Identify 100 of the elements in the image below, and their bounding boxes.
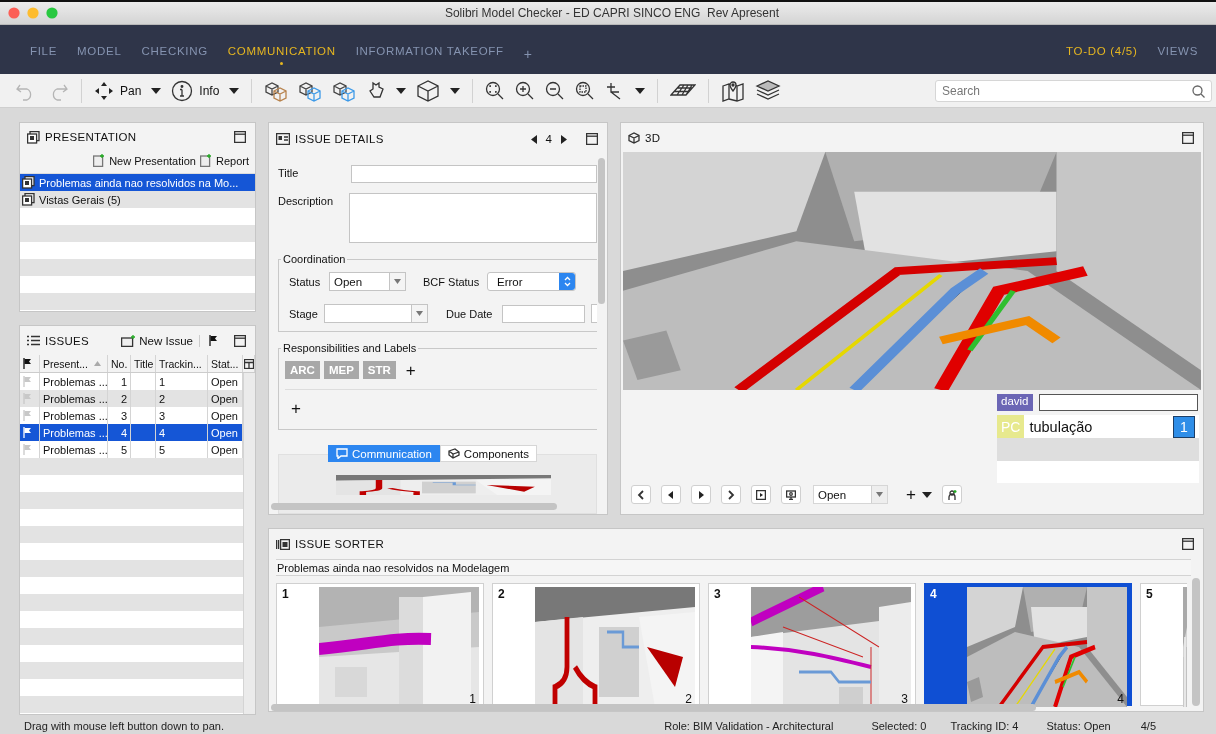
zoom-box-icon[interactable] bbox=[575, 80, 596, 101]
column-header[interactable]: Stat... bbox=[208, 355, 243, 372]
previous-issue-icon[interactable] bbox=[530, 134, 537, 144]
issue-thumbnail[interactable]: 3 3 bbox=[708, 583, 916, 706]
table-row[interactable]: Problemas ... 1 1 Open bbox=[20, 373, 243, 390]
previous-button[interactable] bbox=[661, 485, 681, 504]
presentation-name: Problemas ainda nao resolvidos na Modelagem bbox=[276, 559, 1191, 576]
issue-icon bbox=[276, 133, 290, 145]
pan-label[interactable]: Pan bbox=[120, 83, 142, 98]
caret-icon[interactable] bbox=[921, 492, 932, 498]
table-row[interactable]: Problemas ... 2 2 Open bbox=[20, 390, 243, 407]
presentation-icon bbox=[22, 176, 35, 189]
bcf-status-dropdown[interactable]: Error bbox=[487, 272, 576, 291]
flag-cell[interactable] bbox=[20, 390, 40, 407]
due-date-field[interactable] bbox=[502, 304, 585, 323]
flag-cell[interactable] bbox=[20, 424, 40, 441]
menu-tab[interactable]: INFORMATION TAKEOFF bbox=[345, 40, 514, 67]
issue-thumbnail[interactable]: 1 1 bbox=[276, 583, 484, 706]
menu-tab[interactable]: FILE bbox=[20, 40, 68, 67]
thumbnail-number: 2 bbox=[498, 587, 506, 603]
vertical-scrollbar[interactable] bbox=[1192, 578, 1200, 706]
flag-icon[interactable] bbox=[23, 427, 32, 438]
flag-icon[interactable] bbox=[23, 358, 32, 369]
description-field[interactable] bbox=[349, 193, 598, 243]
vertical-scrollbar[interactable] bbox=[598, 158, 606, 304]
menu-tab[interactable]: MODEL bbox=[67, 40, 132, 67]
issue-thumbnail[interactable]: 5 bbox=[1140, 583, 1187, 706]
caret-icon[interactable] bbox=[229, 87, 240, 94]
column-header[interactable] bbox=[20, 355, 40, 372]
menu-tab[interactable]: CHECKING bbox=[131, 40, 218, 67]
list-item[interactable]: Problemas ainda nao resolvidos na Mo... bbox=[20, 174, 255, 191]
new-presentation-button[interactable]: New Presentation bbox=[93, 154, 196, 167]
cube-icon[interactable] bbox=[416, 79, 441, 102]
flag-cell[interactable] bbox=[20, 373, 40, 390]
field-label: Description bbox=[278, 194, 335, 207]
panel-title: 3D bbox=[645, 131, 661, 144]
menu-tab[interactable]: COMMUNICATION bbox=[217, 40, 346, 67]
assign-user-icon bbox=[946, 489, 957, 500]
status-dropdown[interactable]: Open bbox=[813, 485, 888, 504]
last-button[interactable] bbox=[721, 485, 741, 504]
add-button[interactable]: + bbox=[906, 485, 916, 504]
assign-user-button[interactable] bbox=[941, 485, 962, 504]
comment-field[interactable] bbox=[1038, 394, 1198, 411]
caret-icon[interactable] bbox=[396, 87, 407, 94]
tab[interactable]: Communication bbox=[327, 445, 440, 462]
panel-title: ISSUE SORTER bbox=[295, 538, 385, 550]
maximize-icon[interactable] bbox=[234, 334, 246, 347]
add-label-button[interactable]: + bbox=[405, 361, 416, 379]
play-button[interactable] bbox=[751, 485, 771, 504]
table-cell: 5 bbox=[156, 441, 208, 458]
menu-tab[interactable]: TO-DO (4/5) bbox=[1056, 40, 1148, 67]
move-icon[interactable] bbox=[94, 80, 114, 101]
next-issue-icon[interactable] bbox=[561, 134, 567, 144]
column-header[interactable]: Title bbox=[131, 355, 156, 372]
info-label[interactable]: Info bbox=[199, 83, 220, 98]
tab[interactable]: Components bbox=[439, 445, 538, 462]
comment-row[interactable]: PC tubulação 1 bbox=[997, 415, 1199, 438]
first-button[interactable] bbox=[631, 485, 651, 504]
zoom-out-icon[interactable] bbox=[545, 80, 566, 101]
caret-icon[interactable] bbox=[450, 87, 461, 94]
new-issue-button[interactable]: New Issue bbox=[121, 334, 200, 347]
table-row[interactable]: Problemas ... 4 4 Open bbox=[20, 424, 243, 441]
title-field[interactable] bbox=[351, 165, 598, 183]
info-icon[interactable] bbox=[171, 79, 194, 102]
group-label: Coordination bbox=[282, 253, 347, 265]
screen-button[interactable] bbox=[781, 485, 801, 504]
zoom-fit-icon[interactable] bbox=[485, 80, 506, 101]
column-chooser-icon[interactable] bbox=[243, 355, 255, 372]
first-icon bbox=[636, 489, 646, 500]
table-row[interactable]: Problemas ... 5 5 Open bbox=[20, 441, 243, 458]
maximize-icon[interactable] bbox=[586, 133, 598, 145]
panel-title: ISSUE DETAILS bbox=[295, 133, 384, 145]
flag-cell[interactable] bbox=[20, 441, 40, 458]
issue-thumbnail[interactable]: 2 2 bbox=[492, 583, 700, 706]
column-header[interactable]: No. bbox=[108, 355, 131, 372]
add-tab-button[interactable]: + bbox=[513, 46, 543, 61]
table-cell: Problemas ... bbox=[40, 390, 108, 407]
flag-icon[interactable] bbox=[209, 335, 218, 346]
maximize-icon[interactable] bbox=[1182, 538, 1194, 550]
next-button[interactable] bbox=[691, 485, 711, 504]
column-header[interactable]: Trackin... bbox=[156, 355, 208, 372]
report-button[interactable]: Report bbox=[199, 154, 249, 167]
issue-thumbnail[interactable]: 4 4 bbox=[924, 583, 1132, 706]
menu-tab[interactable]: VIEWS bbox=[1147, 40, 1208, 67]
thumbnail-number: 4 bbox=[930, 587, 938, 603]
column-header[interactable]: Present... bbox=[40, 355, 108, 372]
caret-icon[interactable] bbox=[635, 87, 646, 94]
maximize-icon[interactable] bbox=[1182, 131, 1194, 144]
layers-icon[interactable] bbox=[755, 79, 782, 102]
add-responsibility-button[interactable]: + bbox=[291, 399, 301, 418]
list-item[interactable]: Vistas Gerais (5) bbox=[20, 191, 255, 208]
maximize-icon[interactable] bbox=[234, 131, 246, 143]
caret-icon[interactable] bbox=[151, 87, 162, 94]
status-dropdown[interactable]: Open bbox=[329, 272, 406, 291]
map-pin-icon[interactable] bbox=[721, 79, 746, 102]
search-field[interactable]: Search bbox=[935, 79, 1212, 102]
horizontal-scrollbar[interactable] bbox=[271, 503, 557, 510]
thumbnail-number: 3 bbox=[714, 587, 722, 603]
horizontal-scrollbar[interactable] bbox=[271, 704, 1036, 711]
zoom-in-icon[interactable] bbox=[515, 80, 536, 101]
